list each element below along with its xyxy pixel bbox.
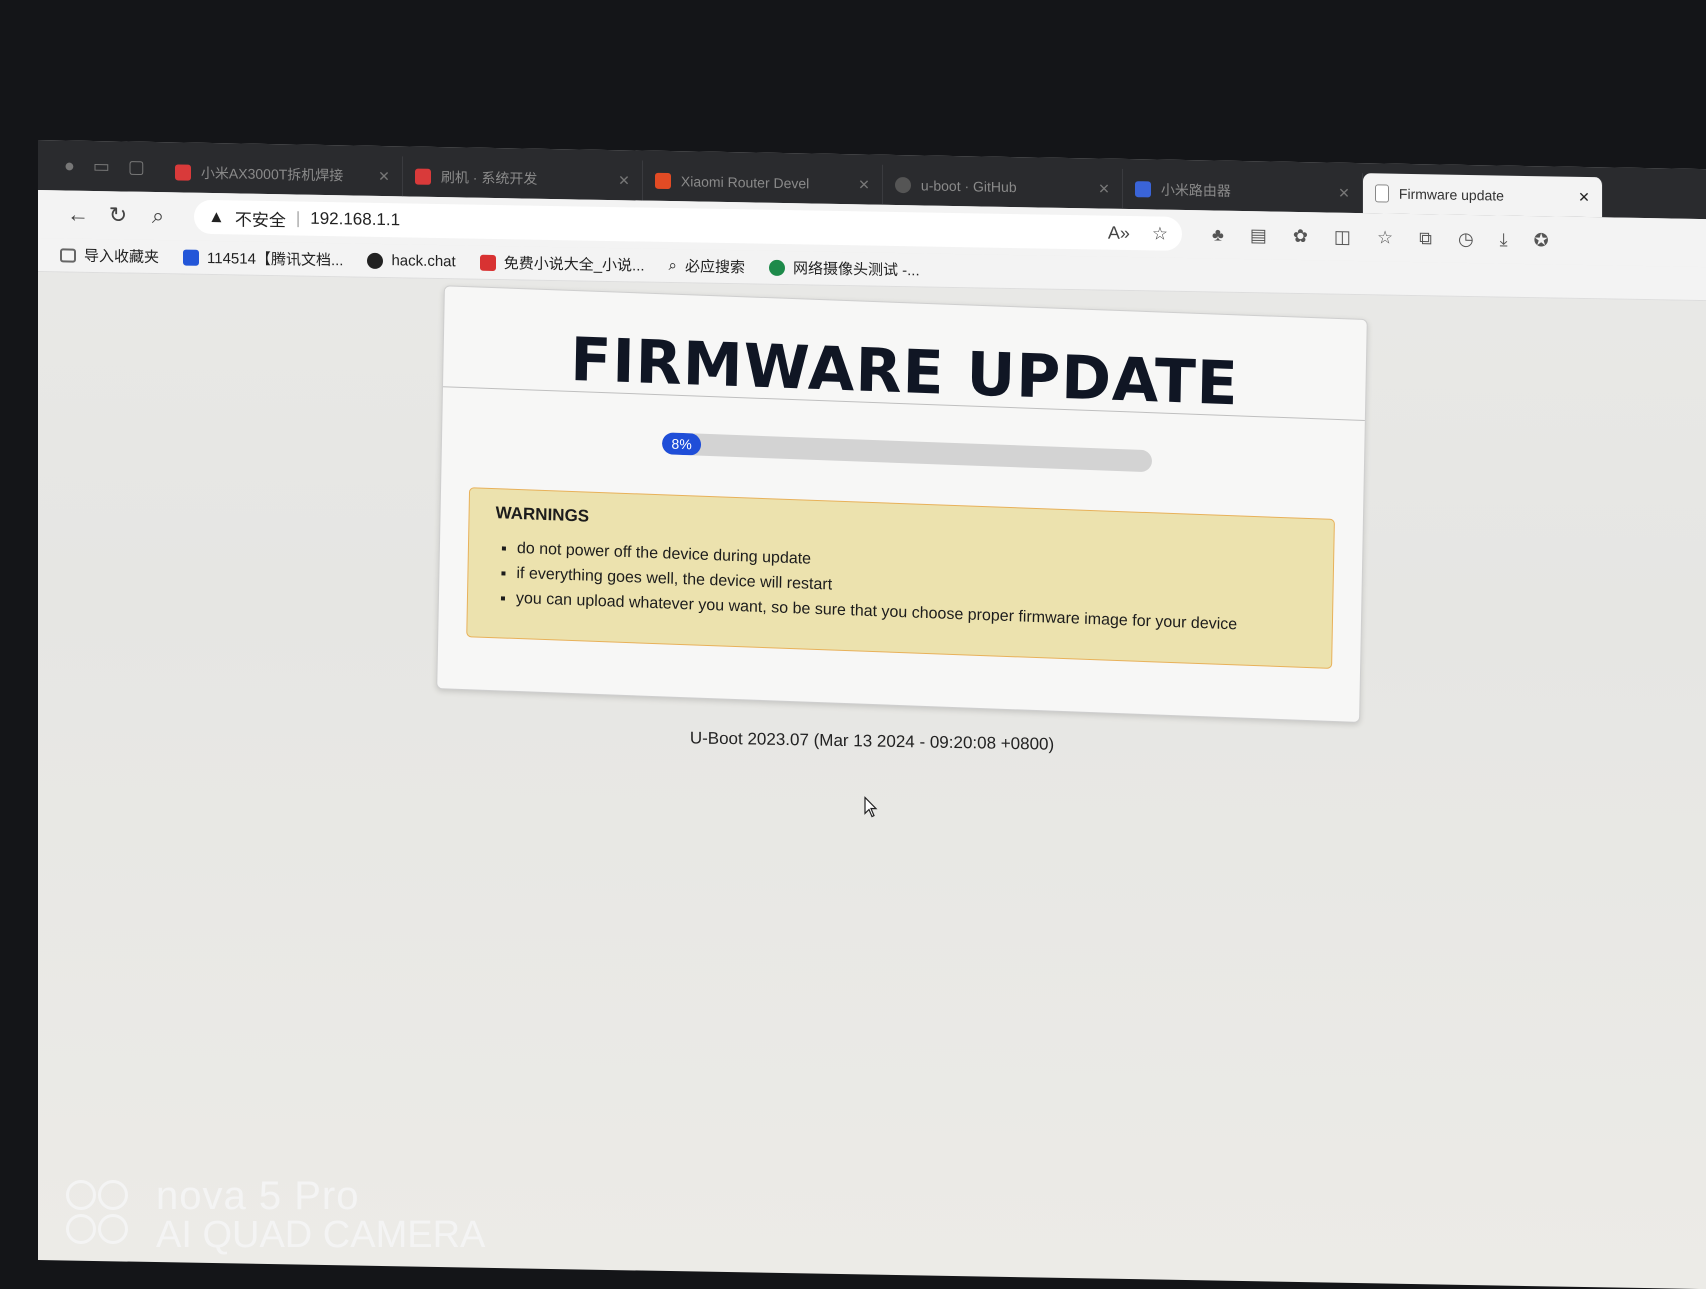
bookmark-novels[interactable]: 免费小说大全_小说...	[479, 252, 645, 276]
tab-favicon-icon	[654, 172, 671, 190]
url-text[interactable]: 192.168.1.1	[310, 209, 400, 231]
collections-icon[interactable]: ⧉	[1419, 228, 1432, 249]
tab-4[interactable]: 小米路由器 ✕	[1122, 168, 1363, 214]
tab-2[interactable]: Xiaomi Router Devel ✕	[642, 160, 883, 205]
monitor-screen: ● ▭ ▢ 小米AX3000T拆机焊接 ✕ 刷机 · 系统开发 ✕ Xiaomi…	[38, 140, 1706, 1289]
mouse-cursor-icon	[864, 796, 878, 818]
bookmark-import-favorites[interactable]: 导入收藏夹	[60, 244, 159, 267]
tab-1[interactable]: 刷机 · 系统开发 ✕	[402, 156, 643, 201]
tab-label: 刷机 · 系统开发	[440, 169, 538, 187]
progress-fill: 8%	[661, 432, 702, 456]
page-icon	[1374, 184, 1389, 203]
extensions-puzzle-icon[interactable]: ✿	[1293, 225, 1308, 246]
tab-firmware-update[interactable]: Firmware update ✕	[1362, 173, 1603, 218]
bookmark-label: 导入收藏夹	[84, 247, 160, 267]
tab-label: 小米AX3000T拆机焊接	[200, 164, 344, 184]
update-card: FIRMWARE UPDATE 8% WARNINGS do not power…	[436, 285, 1368, 723]
folder-icon	[60, 247, 76, 263]
tab-label: 小米路由器	[1160, 181, 1231, 199]
folder-extension-icon[interactable]: ▤	[1250, 225, 1267, 246]
bookmark-bing[interactable]: ⌕ 必应搜索	[669, 255, 745, 277]
favorites-icon[interactable]: ☆	[1377, 227, 1393, 248]
bookmark-hack-chat[interactable]: hack.chat	[367, 252, 456, 271]
bookmark-tencent-docs[interactable]: 114514【腾讯文档...	[183, 247, 343, 271]
tab-favicon-icon	[1134, 181, 1151, 198]
search-icon: ⌕	[668, 257, 677, 275]
warning-icon: ▲	[208, 206, 225, 227]
search-icon[interactable]: ⌕	[138, 203, 178, 230]
history-icon[interactable]: ◷	[1458, 228, 1474, 249]
back-icon[interactable]: ←	[58, 201, 98, 228]
tab-label: u-boot · GitHub	[920, 177, 1017, 196]
tab-3[interactable]: u-boot · GitHub ✕	[882, 164, 1123, 209]
split-screen-icon[interactable]: ◫	[1334, 226, 1351, 247]
close-icon[interactable]: ✕	[1098, 180, 1110, 197]
watermark-model: nova 5 Pro	[156, 1174, 360, 1218]
tab-0[interactable]: 小米AX3000T拆机焊接 ✕	[162, 152, 403, 197]
toolbar-icons: ♣ ▤ ✿ ◫ ☆ ⧉ ◷ ⤓ ✪	[1212, 224, 1549, 251]
extension-icon[interactable]: ♣	[1212, 224, 1224, 245]
bookmark-webcam-test[interactable]: 网络摄像头测试 -...	[768, 257, 920, 281]
window-controls: ● ▭ ▢	[38, 155, 163, 192]
close-icon[interactable]: ✕	[618, 172, 630, 189]
watermark-camera: AI QUAD CAMERA	[156, 1214, 486, 1256]
copilot-icon[interactable]: ✪	[1534, 230, 1549, 251]
close-icon[interactable]: ✕	[1578, 188, 1590, 205]
bookmark-label: 必应搜索	[684, 258, 745, 277]
tencent-docs-icon	[183, 249, 200, 266]
tab-actions-icon[interactable]: ▢	[128, 157, 145, 178]
favorite-star-icon[interactable]: ☆	[1152, 223, 1168, 244]
security-label[interactable]: 不安全	[235, 205, 286, 231]
warnings-box: WARNINGS do not power off the device dur…	[466, 487, 1335, 669]
warnings-list: do not power off the device during updat…	[494, 535, 1307, 640]
page-title: FIRMWARE UPDATE	[569, 324, 1240, 420]
bookmark-label: 网络摄像头测试 -...	[792, 260, 920, 280]
workspaces-icon[interactable]: ▭	[93, 156, 110, 177]
bookmark-label: hack.chat	[391, 252, 456, 271]
bookmark-label: 免费小说大全_小说...	[503, 255, 645, 275]
progress-bar: 8%	[661, 432, 1153, 473]
hack-chat-icon	[367, 252, 384, 269]
omnibox-separator: |	[295, 208, 301, 228]
tab-favicon-icon	[174, 164, 191, 181]
close-icon[interactable]: ✕	[1338, 184, 1350, 201]
page-content: FIRMWARE UPDATE 8% WARNINGS do not power…	[38, 272, 1706, 1289]
github-icon	[894, 176, 911, 194]
bookmark-label: 114514【腾讯文档...	[207, 249, 344, 270]
close-icon[interactable]: ✕	[858, 176, 870, 193]
camera-logo-icon	[66, 1180, 130, 1244]
webcam-icon	[768, 259, 785, 276]
tab-favicon-icon	[414, 168, 431, 185]
profile-icon[interactable]: ●	[64, 155, 75, 176]
tab-label: Xiaomi Router Devel	[680, 173, 810, 192]
downloads-icon[interactable]: ⤓	[1500, 229, 1508, 250]
reload-icon[interactable]: ↻	[98, 202, 138, 229]
close-icon[interactable]: ✕	[378, 167, 390, 184]
novel-site-icon	[479, 254, 496, 271]
tab-label: Firmware update	[1398, 185, 1504, 204]
read-aloud-icon[interactable]: A»	[1108, 222, 1130, 243]
omnibox-actions: A» ☆	[1108, 222, 1168, 244]
uboot-version: U-Boot 2023.07 (Mar 13 2024 - 09:20:08 +…	[689, 728, 1055, 754]
